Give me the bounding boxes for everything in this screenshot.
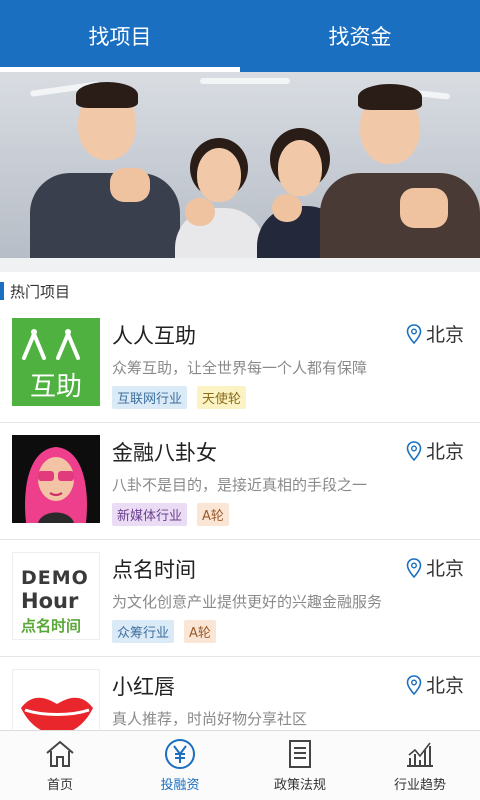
location-text: 北京 [425,675,464,697]
section-heading: 热门项目 [0,278,70,304]
round-tag: 天使轮 [197,386,247,409]
bottom-nav: 首页 投融资 政策法规 行业趋势 [0,730,480,800]
project-logo-demohour: DEMO Hour 点名时间 [12,552,100,640]
project-tags: 众筹行业 A轮 [112,620,226,643]
tab-find-project[interactable]: 找项目 [0,0,240,72]
top-tab-bar: 找项目 找资金 [0,0,480,72]
nav-home[interactable]: 首页 [0,731,120,800]
industry-tag: 新媒体行业 [112,503,188,526]
section-divider [0,258,480,272]
location-text: 北京 [425,441,464,463]
project-desc: 真人推荐，时尚好物分享社区 [112,710,308,728]
nav-trends-label: 行业趋势 [393,778,446,793]
list-item[interactable]: 金融八卦女 北京 八卦不是目的，是接近真相的手段之一 新媒体行业 A轮 [0,423,480,540]
project-name: 小红唇 [112,675,175,699]
project-location: 北京 [406,320,464,347]
list-item[interactable]: DEMO Hour 点名时间 点名时间 北京 为文化创意产业提供更好的兴趣金融服… [0,540,480,657]
location-pin-icon [406,440,422,461]
section-title: 热门项目 [10,282,71,301]
project-desc: 为文化创意产业提供更好的兴趣金融服务 [112,593,383,611]
nav-investment-label: 投融资 [160,778,200,793]
tab-find-funding-label: 找资金 [328,25,392,49]
round-tag: A轮 [197,503,229,526]
tab-find-project-label: 找项目 [88,25,152,49]
list-item[interactable]: 互助 人人互助 北京 众筹互助，让全世界每一个人都有保障 互联网行业 天使轮 [0,306,480,423]
project-location: 北京 [406,554,464,581]
industry-tag: 众筹行业 [112,620,175,643]
project-logo-renren: 互助 [12,318,100,406]
nav-policy[interactable]: 政策法规 [240,731,360,800]
logo-text: 互助 [29,372,82,402]
project-name: 金融八卦女 [112,441,217,465]
project-name: 点名时间 [112,558,196,582]
yuan-icon [165,739,195,769]
project-location: 北京 [406,671,464,698]
project-desc: 众筹互助，让全世界每一个人都有保障 [112,359,368,377]
project-list: 互助 人人互助 北京 众筹互助，让全世界每一个人都有保障 互联网行业 天使轮 金… [0,306,480,774]
project-logo-bagua [12,435,100,523]
logo-text-hour: Hour [21,589,79,613]
project-tags: 互联网行业 天使轮 [112,386,256,409]
tab-find-funding[interactable]: 找资金 [240,0,480,72]
project-tags: 新媒体行业 A轮 [112,503,239,526]
industry-tag: 互联网行业 [112,386,188,409]
document-icon [289,740,311,768]
logo-text-demo: DEMO [21,567,89,589]
location-text: 北京 [425,558,464,580]
section-accent-bar [0,282,4,300]
location-text: 北京 [425,324,464,346]
nav-policy-label: 政策法规 [273,778,326,793]
nav-trends[interactable]: 行业趋势 [360,731,480,800]
nav-investment[interactable]: 投融资 [120,731,240,800]
location-pin-icon [406,323,422,344]
round-tag: A轮 [184,620,216,643]
project-name: 人人互助 [112,324,196,348]
home-icon [46,740,74,767]
logo-text-cn: 点名时间 [21,617,82,635]
project-location: 北京 [406,437,464,464]
chart-icon [407,742,433,767]
banner-image[interactable] [0,72,480,258]
location-pin-icon [406,557,422,578]
project-desc: 八卦不是目的，是接近真相的手段之一 [112,476,368,494]
location-pin-icon [406,674,422,695]
nav-home-label: 首页 [46,778,73,793]
